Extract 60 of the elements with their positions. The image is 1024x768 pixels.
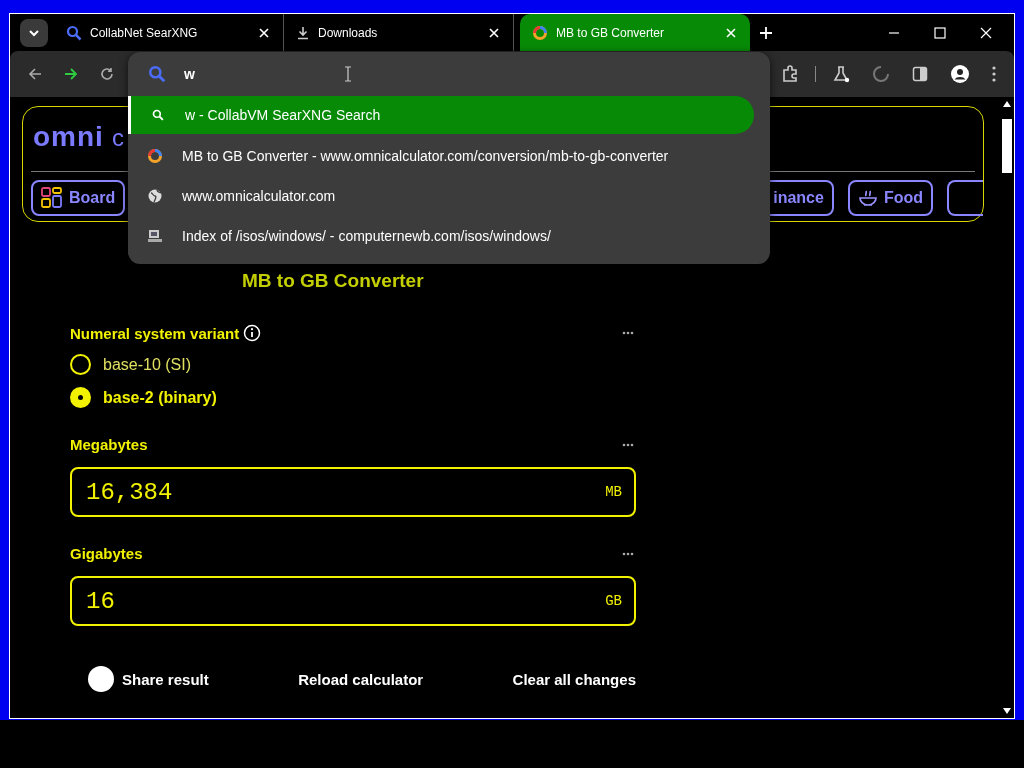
download-icon [296, 25, 310, 40]
action-button[interactable]: Reload calculator [298, 666, 424, 692]
search-icon [148, 65, 166, 83]
tab-title: Downloads [318, 25, 379, 40]
category-button[interactable]: Food [847, 180, 933, 216]
tab-title: CollabNet SearXNG [90, 25, 199, 40]
page-title: MB to GB Converter [242, 270, 425, 292]
flask-icon[interactable] [832, 65, 850, 83]
search-icon [66, 24, 82, 41]
category-button[interactable]: Board [31, 180, 126, 216]
field-label: Numeral system variant [70, 324, 240, 342]
globe-icon [148, 189, 162, 203]
field-label: Megabytes [70, 436, 148, 453]
logo-text[interactable]: omni [33, 123, 104, 151]
tab-search-button[interactable] [20, 18, 48, 47]
computer-icon [147, 228, 163, 244]
close-icon[interactable] [980, 26, 992, 39]
category-button[interactable] [947, 180, 983, 216]
suggestion-item[interactable]: w - CollabVM SearXNG Search [128, 96, 754, 134]
address-input[interactable]: w [184, 66, 334, 82]
maximize-icon[interactable] [934, 26, 946, 39]
ring-logo-icon [147, 148, 163, 164]
close-icon[interactable] [489, 27, 499, 38]
close-icon[interactable] [259, 27, 269, 38]
action-button[interactable]: Share result [88, 666, 209, 692]
action-button[interactable]: Clear all changes [512, 666, 636, 692]
reload-icon[interactable] [100, 67, 114, 81]
forward-arrow-icon[interactable] [64, 67, 78, 81]
logo-text: c [111, 124, 124, 152]
radio-label: base-2 (binary) [103, 388, 217, 407]
scroll-up-icon[interactable] [1003, 101, 1011, 107]
bowl-icon [857, 188, 878, 208]
loading-spinner-icon [872, 65, 890, 83]
suggestion-item[interactable]: www.omnicalculator.com [128, 176, 754, 216]
side-panel-icon[interactable] [912, 66, 928, 82]
profile-icon[interactable] [950, 64, 970, 84]
browser-tab[interactable]: MB to GB Converter [520, 14, 750, 51]
tab-title: MB to GB Converter [556, 25, 666, 40]
suggestion-item[interactable]: Index of /isos/windows/ - computernewb.com/isos/windows/ [128, 216, 754, 256]
puzzle-icon[interactable] [781, 65, 799, 83]
menu-icon[interactable] [992, 66, 996, 82]
more-icon[interactable] [622, 551, 634, 556]
number-input-field[interactable]: 16,384 MB [70, 467, 636, 517]
info-icon[interactable] [243, 324, 262, 342]
text-cursor-icon [344, 66, 352, 82]
board-icon [41, 187, 63, 209]
field-label: Gigabytes [70, 545, 143, 562]
ring-logo-icon [532, 24, 548, 41]
number-input-field[interactable]: 16 GB [70, 576, 636, 626]
back-arrow-icon[interactable] [28, 67, 42, 81]
radio-button[interactable] [70, 354, 91, 375]
radio-label: base-10 (SI) [103, 355, 192, 374]
more-icon[interactable] [622, 331, 634, 335]
radio-button[interactable] [70, 387, 91, 408]
suggestion-item[interactable]: MB to GB Converter - www.omnicalculator.com/conversion/mb-to-gb-converter [128, 136, 754, 176]
scroll-down-icon[interactable] [1003, 708, 1011, 714]
new-tab-icon[interactable] [760, 26, 772, 39]
more-icon[interactable] [622, 442, 634, 447]
search-icon [152, 109, 164, 121]
scrollbar-thumb[interactable] [1002, 119, 1012, 173]
